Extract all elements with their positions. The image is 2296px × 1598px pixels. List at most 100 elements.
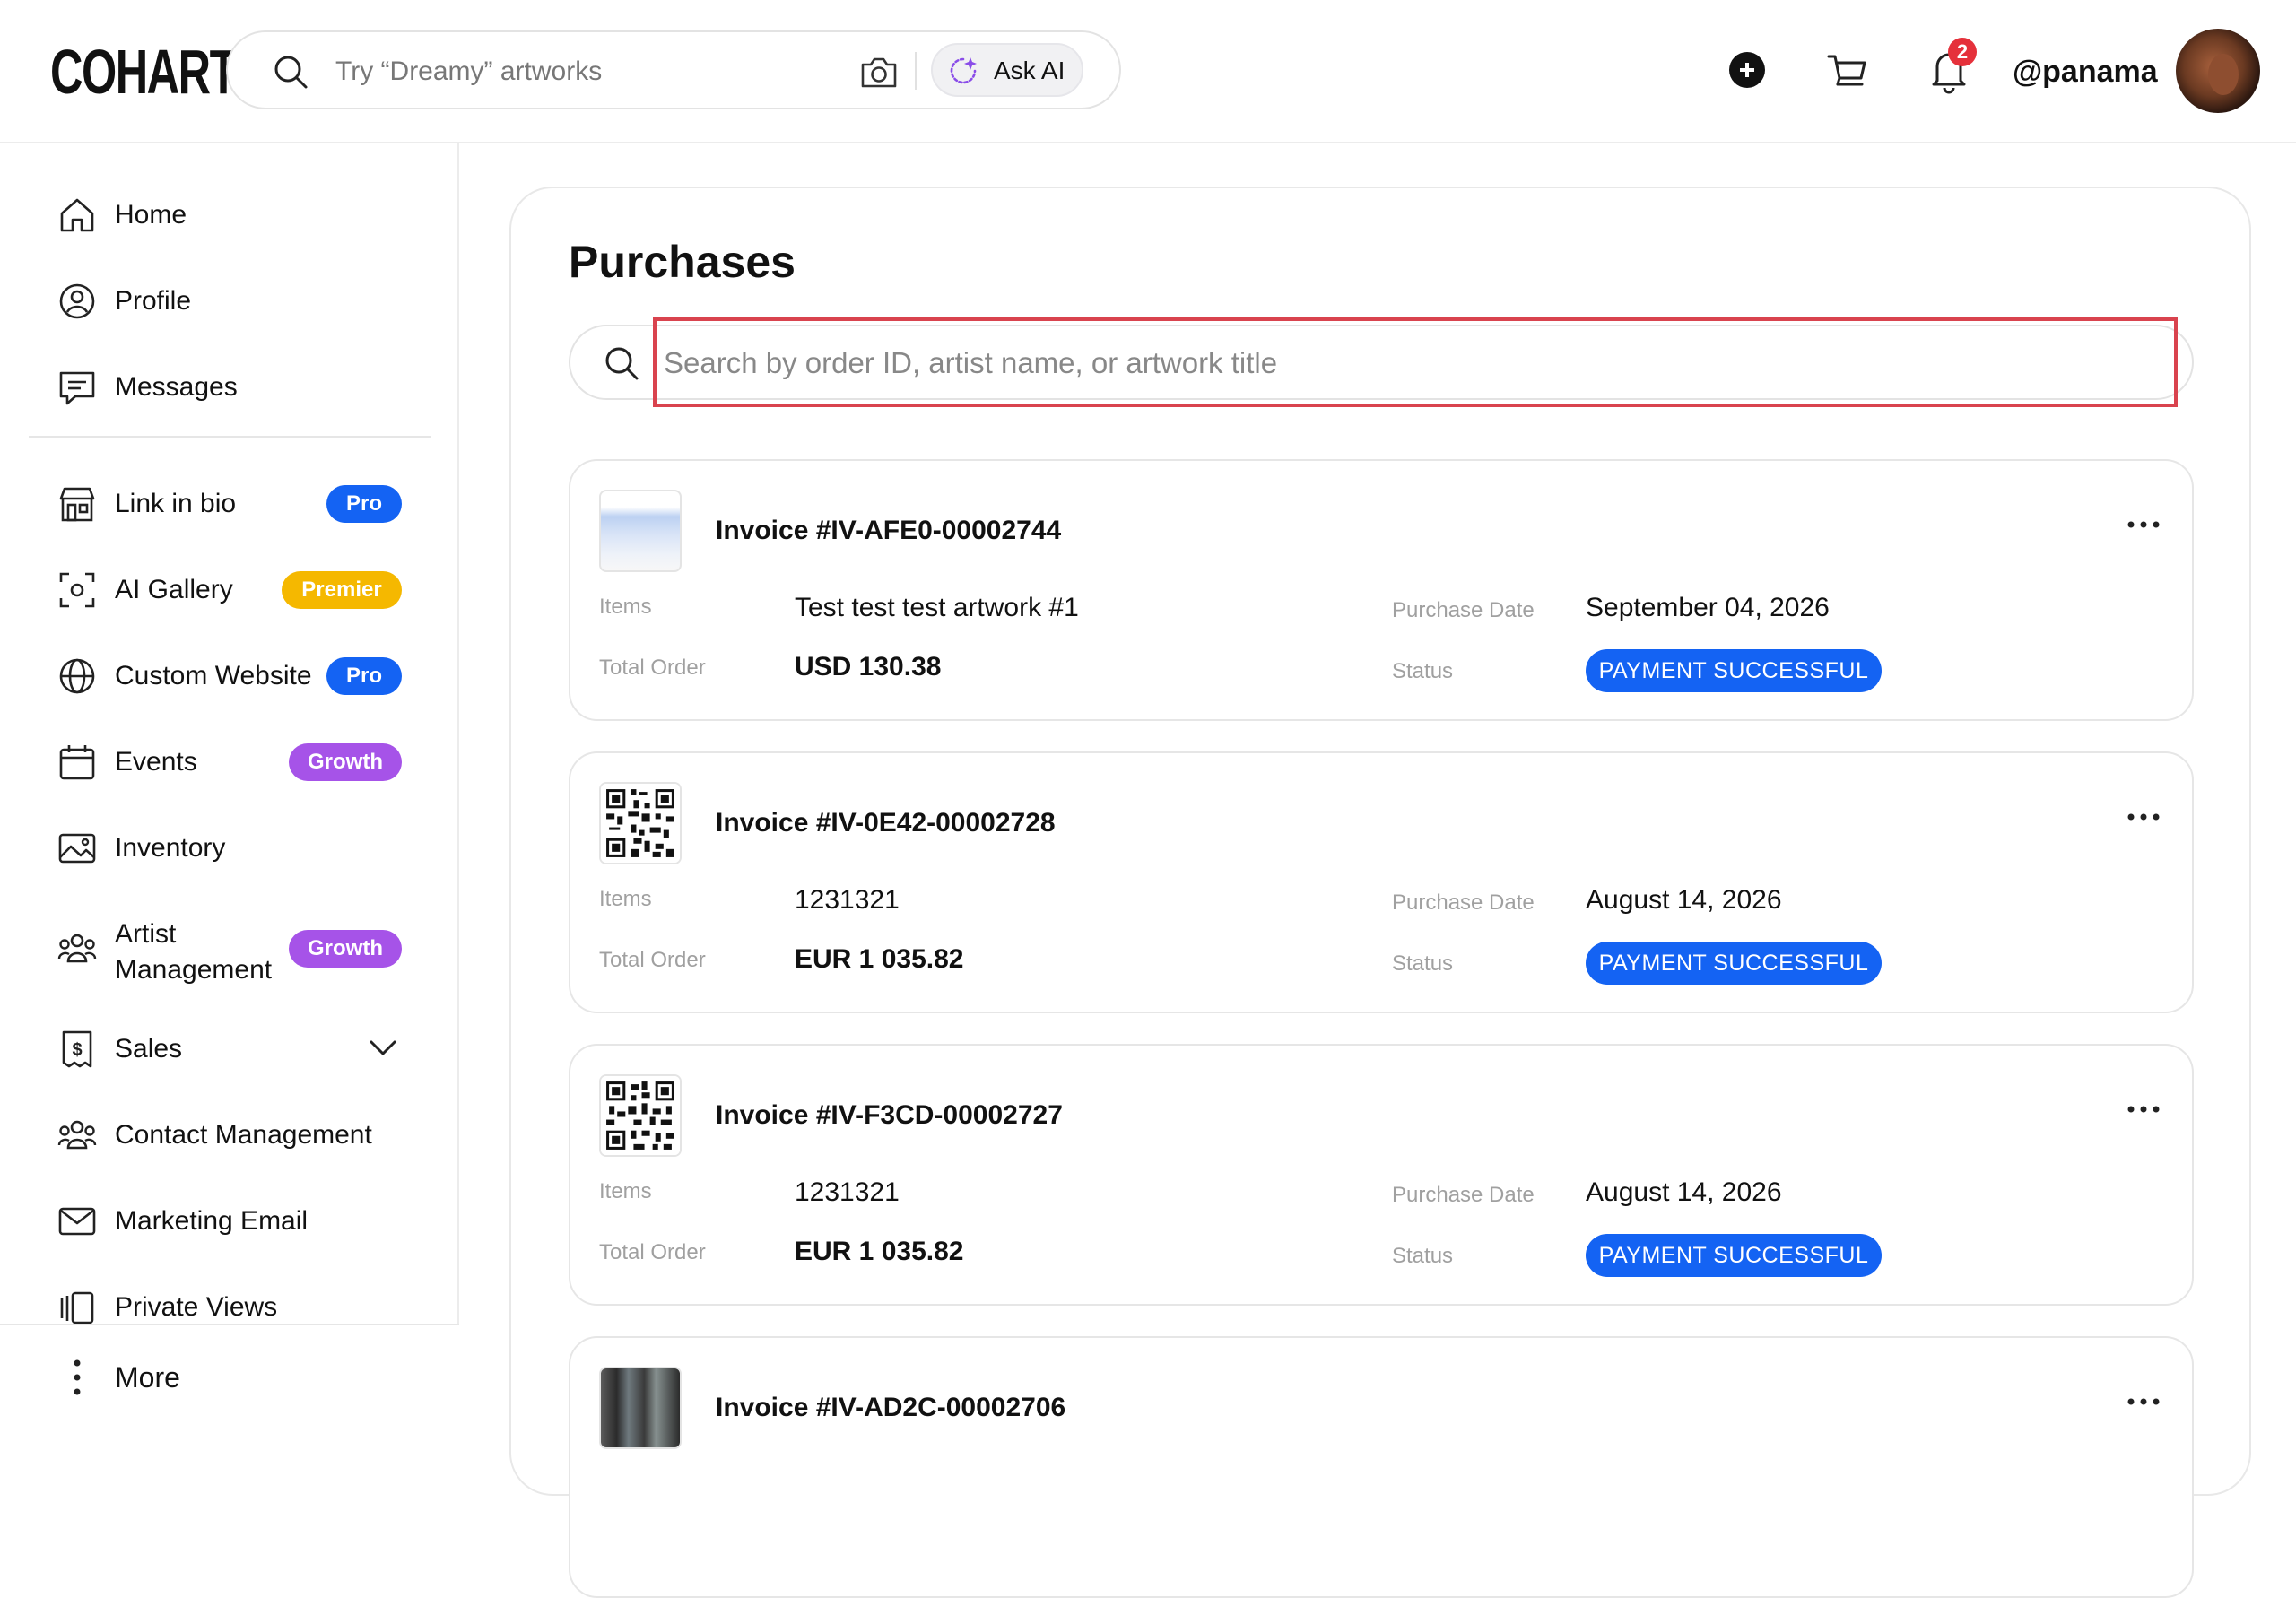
items-label: Items <box>599 595 652 619</box>
notification-badge: 2 <box>1948 38 1977 66</box>
items-value: 1231321 <box>795 1177 900 1207</box>
sidebar-item-custom-website[interactable]: Custom Website Pro <box>57 649 416 703</box>
sidebar-item-label: Inventory <box>115 833 226 863</box>
sidebar-item-label: Marketing Email <box>115 1206 309 1236</box>
status-label: Status <box>1392 951 1454 976</box>
ask-ai-label: Ask AI <box>994 56 1065 84</box>
global-search-bar[interactable]: Try “Dreamy” artworks Ask AI <box>226 30 1121 109</box>
purchase-date-label: Purchase Date <box>1392 598 1535 622</box>
add-plus-icon[interactable] <box>1729 52 1765 88</box>
invoice-card[interactable]: Invoice #IV-0E42-00002728 Items 1231321 … <box>569 751 2194 1013</box>
people-icon <box>57 934 97 963</box>
invoice-title: Invoice #IV-F3CD-00002727 <box>716 1100 1063 1130</box>
items-label: Items <box>599 1179 652 1203</box>
growth-badge: Growth <box>289 930 402 968</box>
profile-icon <box>59 283 95 319</box>
search-divider <box>915 52 917 90</box>
search-highlight-box <box>653 317 2178 407</box>
sidebar-item-label: Sales <box>115 1034 183 1064</box>
global-search-input[interactable]: Try “Dreamy” artworks <box>335 54 602 90</box>
total-order-value: USD 130.38 <box>795 652 942 682</box>
sidebar-item-label: Profile <box>115 286 192 316</box>
total-order-label: Total Order <box>599 1240 706 1264</box>
status-label: Status <box>1392 1244 1454 1268</box>
chevron-down-icon[interactable] <box>368 1035 398 1062</box>
more-horizontal-icon[interactable] <box>2126 812 2161 821</box>
purchase-date-value: August 14, 2026 <box>1586 1177 1782 1207</box>
calendar-icon <box>59 745 95 780</box>
premier-badge: Premier <box>282 571 402 609</box>
ask-ai-button[interactable]: Ask AI <box>931 43 1083 97</box>
username[interactable]: @panama <box>2013 52 2158 91</box>
home-icon <box>60 198 94 232</box>
sidebar-item-label: AI Gallery <box>115 575 233 604</box>
sidebar-divider <box>29 436 430 438</box>
avatar[interactable] <box>2176 29 2260 113</box>
sidebar-item-ai-gallery[interactable]: AI Gallery Premier <box>57 563 416 617</box>
invoice-title: Invoice #IV-AD2C-00002706 <box>716 1393 1066 1422</box>
invoice-card[interactable]: Invoice #IV-AFE0-00002744 Items Test tes… <box>569 459 2194 721</box>
dollar-doc-icon: $ <box>62 1030 92 1068</box>
cohart-logo[interactable]: COHART <box>50 38 237 106</box>
invoice-card[interactable]: Invoice #IV-F3CD-00002727 Items 1231321 … <box>569 1044 2194 1306</box>
page-title: Purchases <box>569 237 796 287</box>
sidebar-item-inventory[interactable]: Inventory <box>57 821 416 875</box>
contacts-icon <box>57 1120 97 1150</box>
total-order-label: Total Order <box>599 948 706 972</box>
sidebar-item-home[interactable]: Home <box>57 188 416 242</box>
messages-icon <box>59 371 95 405</box>
globe-icon <box>59 658 95 694</box>
total-order-label: Total Order <box>599 656 706 680</box>
top-header: COHART Try “Dreamy” artworks Ask AI 2 @p… <box>0 0 2296 143</box>
purchase-date-label: Purchase Date <box>1392 1183 1535 1207</box>
purchase-date-label: Purchase Date <box>1392 890 1535 915</box>
sidebar-item-label: Link in bio <box>115 489 237 518</box>
purchase-date-value: September 04, 2026 <box>1586 593 1830 622</box>
sidebar-item-messages[interactable]: Messages <box>57 360 416 414</box>
image-icon <box>58 833 96 864</box>
growth-badge: Growth <box>289 743 402 781</box>
sidebar-footer <box>0 1324 459 1437</box>
sidebar-item-link-in-bio[interactable]: Link in bio Pro <box>57 477 416 531</box>
sidebar-item-artist-management[interactable]: Artist Management Growth <box>57 919 416 985</box>
more-vertical-icon[interactable] <box>72 1358 83 1397</box>
qr-code-thumbnail <box>599 782 682 864</box>
status-badge: PAYMENT SUCCESSFUL <box>1586 942 1882 985</box>
camera-icon[interactable] <box>859 54 899 90</box>
items-value: 1231321 <box>795 885 900 915</box>
artwork-thumbnail <box>599 1367 682 1449</box>
search-icon <box>605 347 639 380</box>
more-horizontal-icon[interactable] <box>2126 520 2161 529</box>
invoice-card[interactable]: Invoice #IV-AD2C-00002706 <box>569 1336 2194 1598</box>
mail-icon <box>58 1207 96 1236</box>
more-horizontal-icon[interactable] <box>2126 1105 2161 1114</box>
ai-scan-icon <box>59 572 95 608</box>
sidebar-item-label: Messages <box>115 372 238 402</box>
qr-code-thumbnail <box>599 1074 682 1157</box>
svg-text:$: $ <box>72 1040 82 1060</box>
qr-code-icon <box>601 1076 680 1155</box>
status-label: Status <box>1392 659 1454 683</box>
search-icon <box>274 56 308 89</box>
purchase-date-value: August 14, 2026 <box>1586 885 1782 915</box>
store-icon <box>59 487 95 522</box>
total-order-value: EUR 1 035.82 <box>795 944 964 974</box>
more-button[interactable]: More <box>115 1359 180 1395</box>
pro-badge: Pro <box>326 657 402 695</box>
sidebar-item-label: Artist Management <box>115 919 273 985</box>
views-icon <box>60 1291 94 1324</box>
more-horizontal-icon[interactable] <box>2126 1397 2161 1406</box>
sidebar-item-contact-management[interactable]: Contact Management <box>57 1108 416 1162</box>
items-label: Items <box>599 887 652 911</box>
sidebar-item-label: Custom Website <box>115 661 312 690</box>
sidebar-item-profile[interactable]: Profile <box>57 274 416 328</box>
items-value: Test test test artwork #1 <box>795 593 1079 622</box>
ai-sparkle-icon <box>950 57 977 84</box>
pro-badge: Pro <box>326 485 402 523</box>
qr-code-icon <box>601 784 680 863</box>
sidebar-item-events[interactable]: Events Growth <box>57 735 416 789</box>
sidebar-item-marketing-email[interactable]: Marketing Email <box>57 1194 416 1248</box>
cart-icon[interactable] <box>1826 50 1869 93</box>
sidebar-item-sales[interactable]: $ Sales <box>57 1022 416 1076</box>
status-badge: PAYMENT SUCCESSFUL <box>1586 1234 1882 1277</box>
